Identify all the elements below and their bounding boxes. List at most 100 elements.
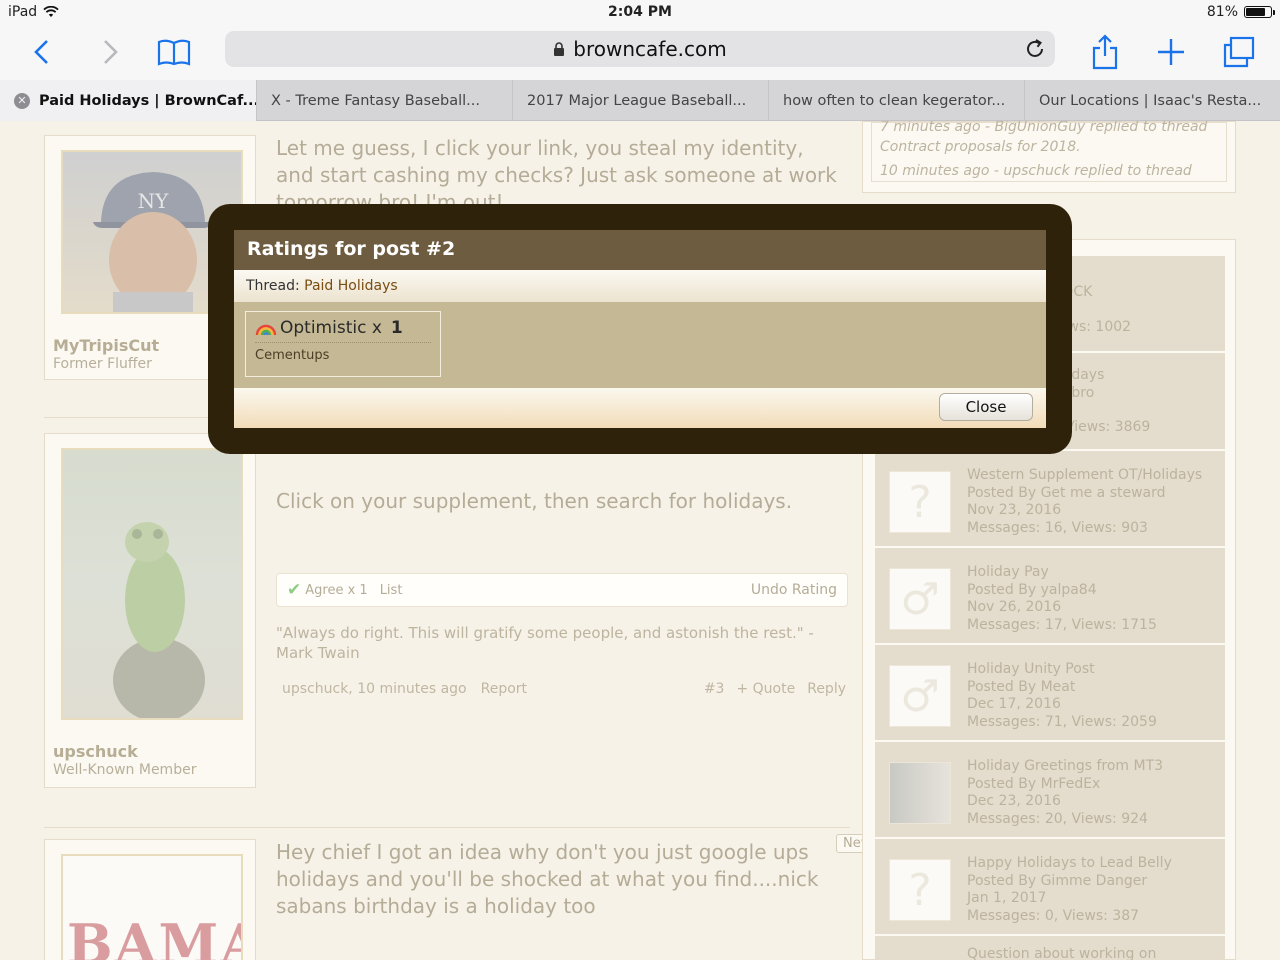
thread-stats: Messages: 16, Views: 903: [967, 519, 1148, 536]
forward-button[interactable]: [90, 32, 130, 72]
user-info: BAMA: [44, 839, 256, 960]
rating-entry: Optimistic x 1 Cementups: [245, 311, 441, 377]
username[interactable]: MyTripisCut: [53, 336, 159, 355]
post-message: Click on your supplement, then search fo…: [276, 489, 793, 513]
thread-item[interactable]: ? Western Supplement OT/Holidays Posted …: [875, 451, 1225, 547]
thread-title[interactable]: Holiday Unity Post: [967, 661, 1157, 679]
lock-icon: [554, 41, 565, 56]
dialog-title: Ratings for post #2: [234, 230, 1046, 270]
recent-activity-box: 7 minutes ago - BigUnionGuy replied to t…: [871, 121, 1227, 182]
thread-stats: Views: 3869: [1065, 419, 1151, 435]
tab-label: 2017 Major League Baseball...: [527, 92, 747, 109]
thread-stats: Messages: 17, Views: 1715: [967, 616, 1157, 633]
bookmarks-button[interactable]: [154, 32, 194, 72]
ratings-dialog-body: Ratings for post #2 Thread: Paid Holiday…: [234, 230, 1046, 428]
reply-link[interactable]: Reply: [807, 681, 846, 697]
post-3: upschuck Well-Known Member Click on your…: [44, 433, 850, 793]
tab-isaacs[interactable]: Our Locations | Isaac's Resta...: [1024, 80, 1280, 121]
thread-date: Nov 23, 2016: [967, 502, 1062, 518]
tab-label: Our Locations | Isaac's Resta...: [1039, 92, 1262, 109]
rating-label: Optimistic x: [280, 318, 382, 338]
thread-item[interactable]: Question about working on: [875, 936, 1225, 960]
tabs-overview-button[interactable]: [1219, 32, 1259, 72]
signature: "Always do right. This will gratify some…: [276, 624, 814, 662]
new-tab-button[interactable]: [1151, 32, 1191, 72]
ratings-dialog: Ratings for post #2 Thread: Paid Holiday…: [208, 204, 1072, 454]
thread-thumb: [889, 762, 951, 824]
chevron-right-icon: [104, 40, 118, 64]
thread-stats: Messages: 0, Views: 387: [967, 907, 1140, 924]
thread-title[interactable]: Western Supplement OT/Holidays: [967, 467, 1202, 485]
username[interactable]: upschuck: [53, 742, 138, 761]
browser-toolbar: browncafe.com: [0, 26, 1280, 80]
post-ratings-bar: ✔ Agree x 1 List Undo Rating: [276, 573, 848, 607]
book-icon: [157, 39, 191, 66]
activity-item[interactable]: 10 minutes ago - upschuck replied to thr…: [880, 161, 1218, 181]
thread-date: Dec 17, 2016: [967, 696, 1061, 712]
chevron-left-icon: [34, 40, 48, 64]
avatar-photo: [113, 522, 205, 722]
tab-label: Paid Holidays | BrownCaf...: [39, 92, 256, 109]
ratings-list-link[interactable]: List: [380, 583, 403, 598]
thread-thumb: ♂: [889, 665, 951, 727]
svg-text:NY: NY: [138, 189, 170, 213]
close-tab-icon[interactable]: ✕: [14, 92, 30, 109]
thread-title[interactable]: Happy Holidays to Lead Belly: [967, 855, 1172, 873]
post-4: BAMA Hey chief I got an idea why don't y…: [44, 839, 850, 960]
reload-icon[interactable]: [1023, 37, 1047, 61]
post-meta: upschuck, 10 minutes ago Report #3 + Quo…: [282, 681, 846, 697]
undo-rating-link[interactable]: Undo Rating: [751, 582, 837, 598]
share-button[interactable]: [1085, 32, 1125, 72]
rating-count: 1: [390, 318, 403, 338]
tab-label: how often to clean kegerator...: [783, 92, 1006, 109]
thread-link[interactable]: Paid Holidays: [304, 278, 398, 294]
recent-activity: 7 minutes ago - BigUnionGuy replied to t…: [862, 121, 1236, 193]
tab-kegerator[interactable]: how often to clean kegerator...: [768, 80, 1024, 121]
post-divider: [44, 827, 850, 828]
share-icon: [1092, 34, 1118, 70]
quote-link[interactable]: + Quote: [736, 681, 795, 697]
status-bar: iPad 2:04 PM 81%: [0, 0, 1280, 26]
thread-date: Jan 1, 2017: [967, 890, 1047, 906]
thread-label: Thread:: [246, 278, 300, 294]
battery-percent: 81%: [1206, 4, 1238, 20]
tab-mlb-2017[interactable]: 2017 Major League Baseball...: [512, 80, 768, 121]
thread-item[interactable]: ♂ Holiday Unity Post Posted By Meat Dec …: [875, 645, 1225, 741]
rating-name: Optimistic x 1: [255, 318, 431, 343]
tab-label: X - Treme Fantasy Baseball...: [271, 92, 481, 109]
thread-thumb: ?: [889, 859, 951, 921]
tab-bar: ✕ Paid Holidays | BrownCaf... X - Treme …: [0, 80, 1280, 121]
thread-date: Dec 23, 2016: [967, 793, 1061, 809]
thread-thumb: ?: [889, 471, 951, 533]
plus-icon: [1158, 39, 1184, 65]
back-button[interactable]: [22, 32, 62, 72]
dialog-footer: Close: [234, 388, 1046, 428]
address-bar[interactable]: browncafe.com: [225, 31, 1055, 67]
avatar-text: BAMA: [67, 912, 241, 960]
post-number[interactable]: #3: [704, 681, 725, 697]
post-author-time[interactable]: upschuck, 10 minutes ago: [282, 681, 467, 697]
thread-title[interactable]: Holiday Greetings from MT3: [967, 758, 1163, 776]
thread-title[interactable]: Holiday Pay: [967, 564, 1157, 582]
thread-thumb: ♂: [889, 568, 951, 630]
close-button[interactable]: Close: [939, 393, 1033, 421]
tab-fantasy-baseball[interactable]: X - Treme Fantasy Baseball...: [256, 80, 512, 121]
url-text: browncafe.com: [573, 37, 727, 61]
thread-item[interactable]: ♂ Holiday Pay Posted By yalpa84 Nov 26, …: [875, 548, 1225, 644]
avatar[interactable]: [61, 448, 243, 722]
thread-poster: Posted By Gimme Danger: [967, 872, 1148, 889]
thread-item[interactable]: ? Happy Holidays to Lead Belly Posted By…: [875, 839, 1225, 935]
activity-item[interactable]: 7 minutes ago - BigUnionGuy replied to t…: [880, 121, 1218, 157]
thread-item[interactable]: Holiday Greetings from MT3 Posted By MrF…: [875, 742, 1225, 838]
agree-rating[interactable]: Agree x 1: [305, 583, 367, 598]
agree-check-icon: ✔: [287, 580, 302, 600]
rainbow-icon: [255, 324, 277, 336]
user-title: Former Fluffer: [53, 356, 152, 372]
report-link[interactable]: Report: [481, 681, 527, 697]
thread-poster: Posted By Get me a steward: [967, 484, 1166, 501]
tab-paid-holidays[interactable]: ✕ Paid Holidays | BrownCaf...: [0, 80, 256, 121]
user-title: Well-Known Member: [53, 762, 197, 778]
rated-by-user[interactable]: Cementups: [255, 348, 431, 363]
avatar[interactable]: BAMA: [61, 854, 243, 960]
battery-icon: [1244, 6, 1275, 18]
